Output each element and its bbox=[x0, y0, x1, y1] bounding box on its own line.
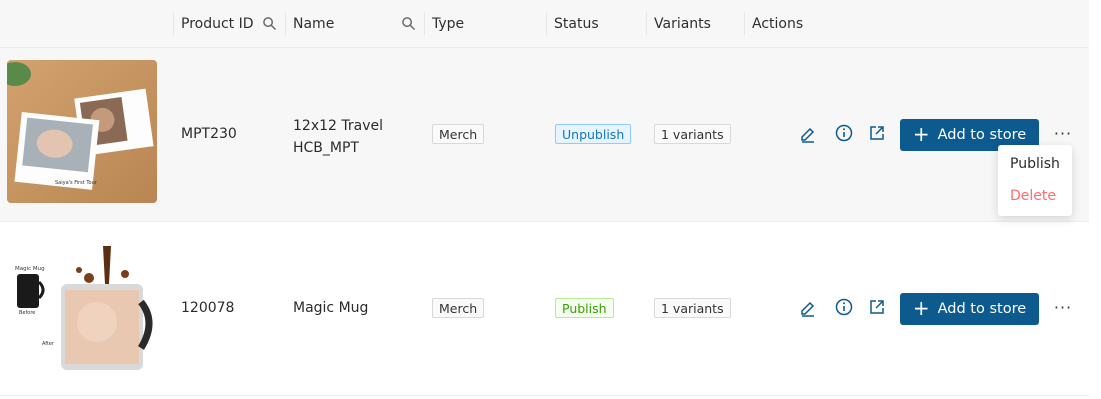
info-icon[interactable] bbox=[835, 124, 853, 142]
status-badge: Unpublish bbox=[555, 124, 632, 144]
row-actions-dropdown: Publish Delete bbox=[998, 145, 1072, 216]
external-link-icon[interactable] bbox=[868, 124, 886, 142]
variants-tag: 1 variants bbox=[654, 124, 731, 144]
status-badge: Publish bbox=[555, 298, 614, 318]
plus-icon: + bbox=[912, 296, 930, 320]
product-name: 12x12 Travel HCB_MPT bbox=[293, 115, 383, 159]
col-header-name-label: Name bbox=[293, 15, 335, 32]
col-header-variants[interactable]: Variants bbox=[646, 0, 744, 47]
delete-menu-item[interactable]: Delete bbox=[1010, 188, 1056, 204]
table-row: Saiya's First Tour MPT230 12x12 Travel H… bbox=[0, 48, 1089, 222]
external-link-icon[interactable] bbox=[868, 298, 886, 316]
search-icon[interactable] bbox=[401, 16, 416, 31]
col-header-type-label: Type bbox=[432, 15, 465, 32]
thumbnail-caption: Before bbox=[19, 310, 35, 316]
col-header-type[interactable]: Type bbox=[424, 0, 546, 47]
info-icon[interactable] bbox=[835, 298, 853, 316]
col-header-product-id-label: Product ID bbox=[181, 15, 254, 32]
thumbnail-caption: After bbox=[42, 341, 55, 347]
type-tag: Merch bbox=[432, 298, 485, 318]
add-to-store-button[interactable]: + Add to store bbox=[900, 293, 1039, 325]
add-to-store-label: Add to store bbox=[937, 127, 1027, 143]
thumbnail-caption: Saiya's First Tour bbox=[55, 180, 98, 186]
search-icon[interactable] bbox=[262, 16, 277, 31]
plus-icon: + bbox=[912, 122, 930, 146]
edit-icon[interactable] bbox=[799, 299, 817, 317]
add-to-store-label: Add to store bbox=[937, 301, 1027, 317]
col-header-variants-label: Variants bbox=[654, 15, 711, 32]
thumbnail-caption: Magic Mug bbox=[15, 266, 45, 272]
more-icon[interactable]: ··· bbox=[1053, 123, 1073, 143]
product-id: MPT230 bbox=[181, 126, 237, 142]
product-name-line: HCB_MPT bbox=[293, 140, 359, 156]
edit-icon[interactable] bbox=[799, 125, 817, 143]
product-thumbnail: Magic Mug Before After bbox=[7, 234, 157, 377]
publish-menu-item[interactable]: Publish bbox=[1010, 156, 1060, 172]
table-header: Product ID Name Type Status Variants Act… bbox=[0, 0, 1089, 48]
product-name-line: 12x12 Travel bbox=[293, 118, 383, 134]
col-header-status-label: Status bbox=[554, 15, 599, 32]
table-row: Magic Mug Before After 120078 Magic Mug … bbox=[0, 222, 1089, 396]
product-id: 120078 bbox=[181, 300, 235, 316]
more-icon[interactable]: ··· bbox=[1053, 297, 1073, 317]
col-header-actions: Actions bbox=[744, 0, 894, 47]
product-thumbnail: Saiya's First Tour bbox=[7, 60, 157, 203]
col-header-status[interactable]: Status bbox=[546, 0, 646, 47]
col-header-actions-label: Actions bbox=[752, 15, 804, 32]
product-name: Magic Mug bbox=[293, 300, 369, 316]
type-tag: Merch bbox=[432, 124, 485, 144]
variants-tag: 1 variants bbox=[654, 298, 731, 318]
